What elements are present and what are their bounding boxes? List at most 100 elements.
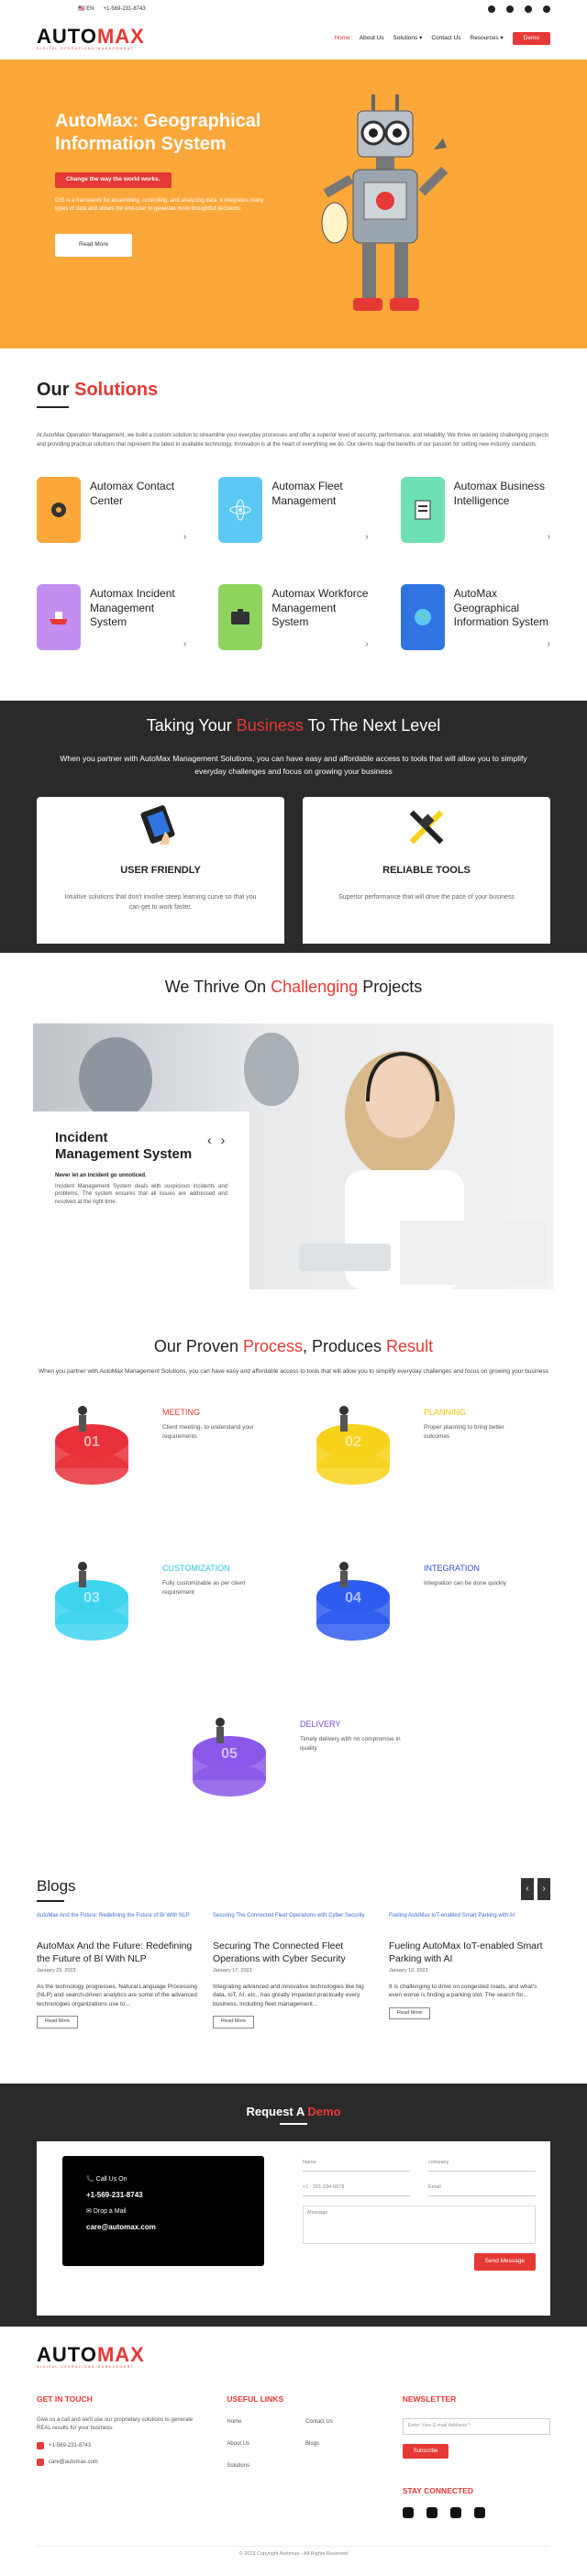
footer-link-about[interactable]: About Us: [227, 2440, 296, 2448]
language-selector[interactable]: 🇺🇸 EN: [78, 6, 94, 13]
solution-card-title: Automax Contact Center: [90, 480, 175, 507]
footer-newsletter: NEWSLETTER Enter Your E-mail Address * S…: [402, 2394, 550, 2519]
heading-part: To The Next Level: [303, 716, 441, 735]
heading-part: Request A: [246, 2104, 308, 2118]
chevron-right-icon[interactable]: ›: [365, 531, 368, 544]
read-more-button[interactable]: Read More: [37, 2016, 79, 2029]
heading-part: Our Proven: [153, 1337, 243, 1356]
step-disk-illustration: 05: [193, 1718, 266, 1797]
logo[interactable]: AUTOMAX DIGITAL OPERATIONS MANAGEMENT: [37, 26, 145, 51]
contact-email[interactable]: care@automax.com: [86, 2219, 240, 2236]
footer-link-contact[interactable]: Contact Us: [305, 2418, 375, 2426]
twitter-icon[interactable]: [506, 6, 514, 13]
email-field[interactable]: Email: [428, 2181, 536, 2197]
nav-home[interactable]: Home: [334, 35, 349, 43]
linkedin-icon[interactable]: [449, 2507, 461, 2519]
blog-next-icon[interactable]: ›: [537, 1878, 550, 1901]
phone-field[interactable]: +1 · 201-234-5678: [303, 2181, 410, 2197]
newsletter-email-input[interactable]: Enter Your E-mail Address *: [402, 2417, 550, 2435]
project-text: Incident Management System deals with su…: [55, 1183, 227, 1205]
step-number: 01: [83, 1434, 100, 1450]
blog-title[interactable]: AutoMax And the Future: Redefining the F…: [37, 1940, 198, 1965]
mail-icon: [37, 2458, 44, 2466]
footer-link-home[interactable]: Home: [227, 2418, 296, 2426]
send-message-button[interactable]: Send Message: [473, 2253, 536, 2271]
message-field[interactable]: Message: [303, 2206, 536, 2245]
solution-card-workforce-management[interactable]: Automax Workforce Management System ›: [218, 584, 369, 651]
projects-heading: We Thrive On Challenging Projects: [0, 976, 587, 998]
solution-card-geographical-information[interactable]: AutoMax Geographical Information System …: [400, 584, 550, 651]
blog-image-alt[interactable]: Fueling AutoMax IoT-enabled Smart Parkin…: [389, 1913, 550, 1931]
footer-link-blogs[interactable]: Blogs: [305, 2440, 375, 2448]
subscribe-button[interactable]: Subscribe: [402, 2443, 449, 2459]
footer-link-solutions[interactable]: Solutions: [227, 2462, 296, 2470]
heading-highlight: Process: [242, 1337, 303, 1356]
company-field[interactable]: company: [428, 2156, 536, 2172]
heading-highlight: Result: [386, 1337, 434, 1356]
mail-icon-label: ✉ Drop a Mail: [86, 2207, 127, 2215]
phone-icon-label: 📞 Call Us On: [86, 2176, 127, 2184]
robot-illustration: [321, 94, 449, 311]
chevron-right-icon[interactable]: ›: [548, 638, 550, 651]
read-more-button[interactable]: Read More: [389, 2007, 431, 2020]
heading-highlight: Demo: [307, 2104, 341, 2118]
youtube-icon[interactable]: [473, 2507, 485, 2519]
heading-underline: [37, 406, 69, 408]
call-label: Call Us On: [95, 2176, 127, 2184]
chevron-right-icon[interactable]: ›: [183, 531, 186, 544]
twitter-icon[interactable]: [426, 2507, 437, 2519]
footer-links: USEFUL LINKS Home Contact Us About Us Bl…: [227, 2394, 374, 2518]
linkedin-icon[interactable]: [525, 6, 532, 13]
step-number: 03: [83, 1590, 100, 1606]
nav-contact[interactable]: Contact Us: [431, 35, 460, 43]
solution-card-contact-center[interactable]: Automax Contact Center ›: [37, 477, 186, 544]
process-step: 05 DELIVERY Timely delivery with no compro…: [174, 1702, 431, 1840]
blog-date: January 17, 2023: [213, 1968, 252, 1974]
blog-image-alt[interactable]: Securing The Connected Fleet Operations …: [213, 1913, 374, 1931]
slider-prev-icon[interactable]: ‹: [207, 1132, 212, 1149]
nav-resources[interactable]: Resources ▾: [471, 35, 504, 43]
blog-prev-icon[interactable]: ‹: [521, 1878, 534, 1901]
blog-image-alt[interactable]: AutoMax And the Future: Redefining the F…: [37, 1913, 198, 1931]
solution-card-incident-management[interactable]: Automax Incident Management System ›: [37, 584, 186, 651]
footer-heading: USEFUL LINKS: [227, 2394, 284, 2405]
blog-title[interactable]: Fueling AutoMax IoT-enabled Smart Parkin…: [389, 1940, 550, 1965]
slider-next-icon[interactable]: ›: [221, 1132, 226, 1149]
contact-phone[interactable]: +1-569-231-8743: [86, 2187, 240, 2204]
footer-email[interactable]: care@automax.com: [37, 2458, 199, 2466]
feature-title: USER FRIENDLY: [120, 865, 201, 877]
facebook-icon[interactable]: [488, 6, 495, 13]
youtube-icon[interactable]: [543, 6, 550, 13]
heading-highlight: Business: [236, 716, 304, 735]
contact-center-icon: [37, 477, 81, 544]
heading-part: We Thrive On: [164, 978, 271, 997]
solutions-heading-part2: Solutions: [74, 380, 159, 400]
solution-card-business-intelligence[interactable]: Automax Business Intelligence ›: [400, 477, 550, 544]
process-intro: When you partner with AutoMax Management…: [39, 1367, 548, 1375]
step-label: INTEGRATION: [424, 1564, 480, 1574]
process-step: 01 MEETING Client meeting- to understand y…: [37, 1390, 294, 1528]
facebook-icon[interactable]: [402, 2507, 414, 2519]
chevron-right-icon[interactable]: ›: [365, 638, 368, 651]
heading-part: , Produces: [303, 1337, 387, 1356]
solution-card-fleet-management[interactable]: Automax Fleet Management ›: [218, 477, 369, 544]
blogs-section: Blogs ‹ › AutoMax And the Future: Redefin…: [0, 1876, 587, 2029]
chevron-right-icon[interactable]: ›: [183, 638, 186, 651]
workforce-management-icon: [218, 584, 263, 651]
demo-button[interactable]: Demo: [512, 31, 550, 46]
blog-post: Securing The Connected Fleet Operations …: [213, 1913, 374, 2029]
chevron-right-icon[interactable]: ›: [548, 531, 550, 544]
blog-title[interactable]: Securing The Connected Fleet Operations …: [213, 1940, 374, 1965]
request-demo-heading: Request A Demo: [0, 2104, 587, 2120]
footer-logo[interactable]: AUTOMAX DIGITAL OPERATIONS MANAGEMENT: [37, 2344, 550, 2370]
nav-solutions[interactable]: Solutions ▾: [393, 35, 423, 43]
nav-about[interactable]: About Us: [360, 35, 384, 43]
top-phone[interactable]: +1-569-231-8743: [103, 6, 145, 13]
hero-read-more-button[interactable]: Read More: [55, 233, 133, 257]
step-text: Fully customizable as per client require…: [162, 1580, 246, 1596]
footer-phone[interactable]: +1-569-231-8743: [37, 2441, 199, 2449]
name-field[interactable]: Name: [303, 2156, 410, 2172]
process-step: 02 PLANNING Proper planning to bring bette…: [298, 1390, 555, 1528]
process-step: 03 CUSTOMIZATION Fully customizable as per…: [37, 1546, 294, 1684]
read-more-button[interactable]: Read More: [213, 2016, 255, 2029]
